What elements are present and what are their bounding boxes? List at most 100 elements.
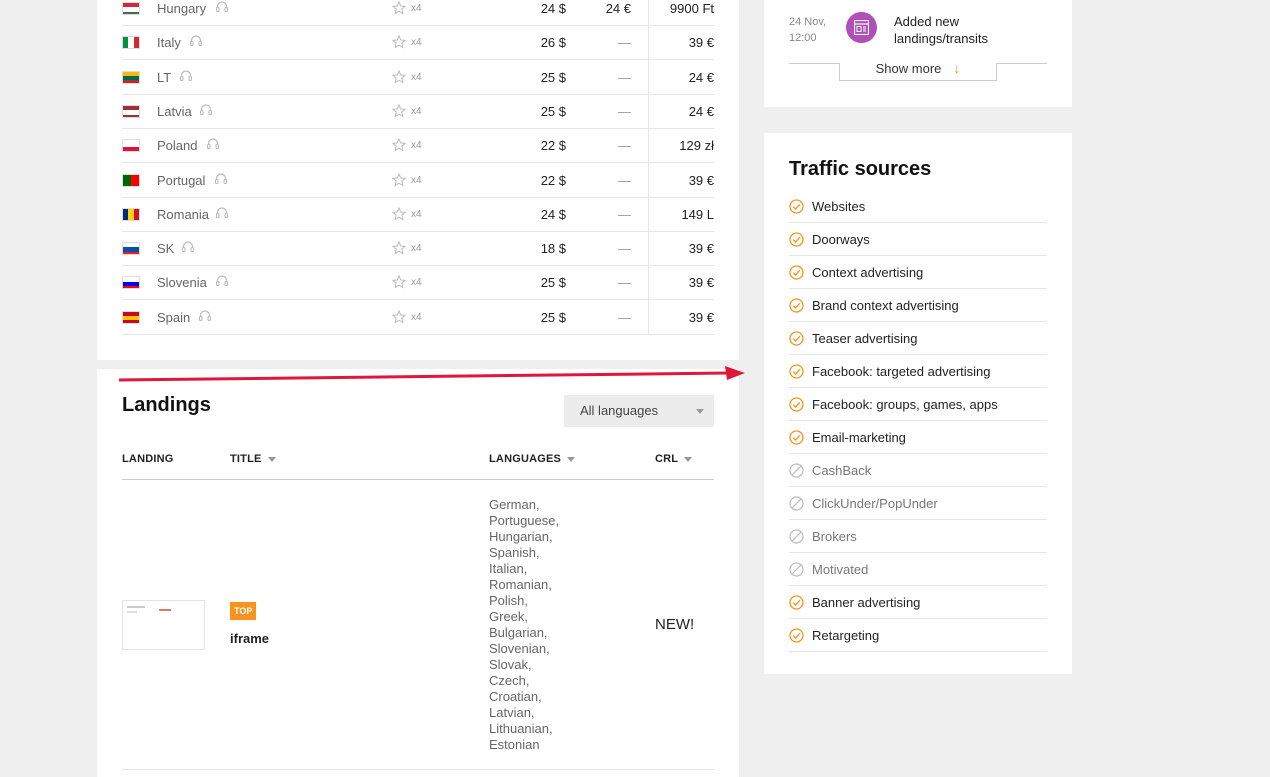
column-header-crl[interactable]: CRL [655, 453, 693, 465]
language-item: Bulgarian, [489, 625, 548, 640]
traffic-source-item: CashBack [789, 454, 1047, 487]
multiplier: x4 [411, 243, 422, 255]
product-price: 24 € [688, 103, 714, 119]
column-header-languages[interactable]: LANGUAGES [489, 453, 576, 465]
payout-usd: 24 $ [540, 1, 566, 16]
multiplier: x4 [411, 140, 422, 152]
country-name: LT [157, 69, 172, 85]
forbidden-circle-icon [789, 496, 804, 511]
star-icon[interactable] [391, 35, 407, 49]
product-price: 39 € [688, 35, 714, 51]
multiplier: x4 [411, 311, 422, 323]
product-price: 39 € [688, 241, 714, 257]
countries-panel: Hungary x4 24 $ 24 € 9900 Ft Italy x4 26 $ — 39 €… [97, 0, 739, 360]
star-icon[interactable] [391, 309, 407, 324]
payout-eur: 24 € [605, 1, 631, 16]
landings-panel: Landings All languages LANDING TITLE LAN… [97, 369, 739, 777]
country-name: Latvia [157, 103, 192, 119]
star-icon[interactable] [391, 206, 407, 221]
show-more-button[interactable]: Show more ↓ [839, 61, 997, 81]
row-divider [122, 769, 714, 770]
language-item: Spanish, [489, 545, 540, 560]
annotation-arrow-icon [118, 366, 745, 382]
traffic-source-item: Websites [789, 190, 1047, 223]
flag-icon [122, 36, 140, 50]
landing-thumbnail[interactable] [122, 600, 205, 650]
payout-eur: — [618, 275, 631, 291]
payout-eur: — [618, 35, 631, 51]
check-circle-icon [789, 199, 804, 214]
traffic-source-item: Brand context advertising [789, 289, 1047, 322]
traffic-source-item: Brokers [789, 520, 1047, 553]
flag-icon [122, 276, 140, 290]
divider-left [789, 63, 840, 64]
headset-icon [215, 274, 229, 288]
star-icon[interactable] [391, 0, 407, 15]
country-row: Romania x4 24 $ — 149 L [122, 198, 714, 232]
country-row: Spain x4 25 $ — 39 € [122, 301, 714, 335]
check-circle-icon [789, 298, 804, 313]
language-item: Estonian [489, 737, 540, 752]
headset-icon [198, 309, 212, 323]
country-row: SK x4 18 $ — 39 € [122, 232, 714, 267]
payout-eur: — [618, 172, 631, 188]
flag-icon [122, 310, 140, 324]
star-icon[interactable] [391, 172, 407, 187]
payout-usd: 22 $ [540, 172, 566, 188]
country-name: Italy [157, 35, 181, 51]
traffic-source-label: Facebook: targeted advertising [812, 364, 991, 379]
traffic-sources-panel: Traffic sources Websites Doorways Context … [764, 133, 1072, 674]
country-name: Hungary [157, 1, 207, 16]
traffic-source-label: Brand context advertising [812, 298, 959, 313]
payout-usd: 18 $ [540, 241, 566, 257]
check-circle-icon [789, 397, 804, 412]
language-select-value: All languages [580, 403, 659, 418]
payout-eur: — [618, 206, 631, 222]
language-item: Czech, [489, 673, 530, 688]
headset-icon [214, 172, 228, 186]
flag-icon [122, 104, 140, 118]
star-icon[interactable] [391, 240, 407, 255]
traffic-source-item: Motivated [789, 553, 1047, 586]
chevron-down-icon [696, 409, 704, 414]
landing-crl: NEW! [655, 616, 695, 633]
product-price: 129 zł [679, 138, 714, 154]
check-circle-icon [789, 364, 804, 379]
traffic-source-item: Facebook: targeted advertising [789, 355, 1047, 388]
payout-eur: — [618, 309, 631, 325]
star-icon[interactable] [391, 69, 407, 84]
country-row: Hungary x4 24 $ 24 € 9900 Ft [122, 0, 714, 26]
language-item: Polish, [489, 593, 529, 608]
payout-usd: 25 $ [540, 69, 566, 85]
headset-icon [199, 103, 213, 117]
language-item: Romanian, [489, 577, 552, 592]
payout-usd: 26 $ [540, 35, 566, 51]
star-icon[interactable] [391, 103, 407, 118]
language-item: Greek, [489, 609, 529, 624]
news-date: 24 Nov, 12:00 [789, 16, 827, 44]
traffic-source-label: Doorways [812, 232, 870, 247]
column-header-title[interactable]: TITLE [230, 453, 276, 465]
language-select[interactable]: All languages [564, 395, 714, 427]
traffic-source-label: Banner advertising [812, 595, 921, 610]
star-icon[interactable] [391, 275, 407, 289]
landing-update-icon [846, 12, 877, 43]
country-row: Latvia x4 25 $ — 24 € [122, 95, 714, 129]
multiplier: x4 [411, 71, 422, 83]
forbidden-circle-icon [789, 463, 804, 478]
payout-eur: — [618, 138, 631, 154]
check-circle-icon [789, 232, 804, 247]
payout-eur: — [618, 241, 631, 257]
country-name: Slovenia [157, 275, 207, 291]
forbidden-circle-icon [789, 529, 804, 544]
traffic-source-item: Retargeting [789, 619, 1047, 652]
multiplier: x4 [411, 174, 422, 186]
star-icon[interactable] [391, 137, 407, 152]
show-more-label: Show more [875, 61, 942, 76]
country-row: Portugal x4 22 $ — 39 € [122, 164, 714, 198]
sort-icon [267, 456, 276, 462]
language-item: Portuguese, [489, 513, 560, 528]
country-name: Poland [157, 138, 198, 154]
flag-icon [122, 139, 140, 153]
product-price: 39 € [688, 309, 714, 325]
